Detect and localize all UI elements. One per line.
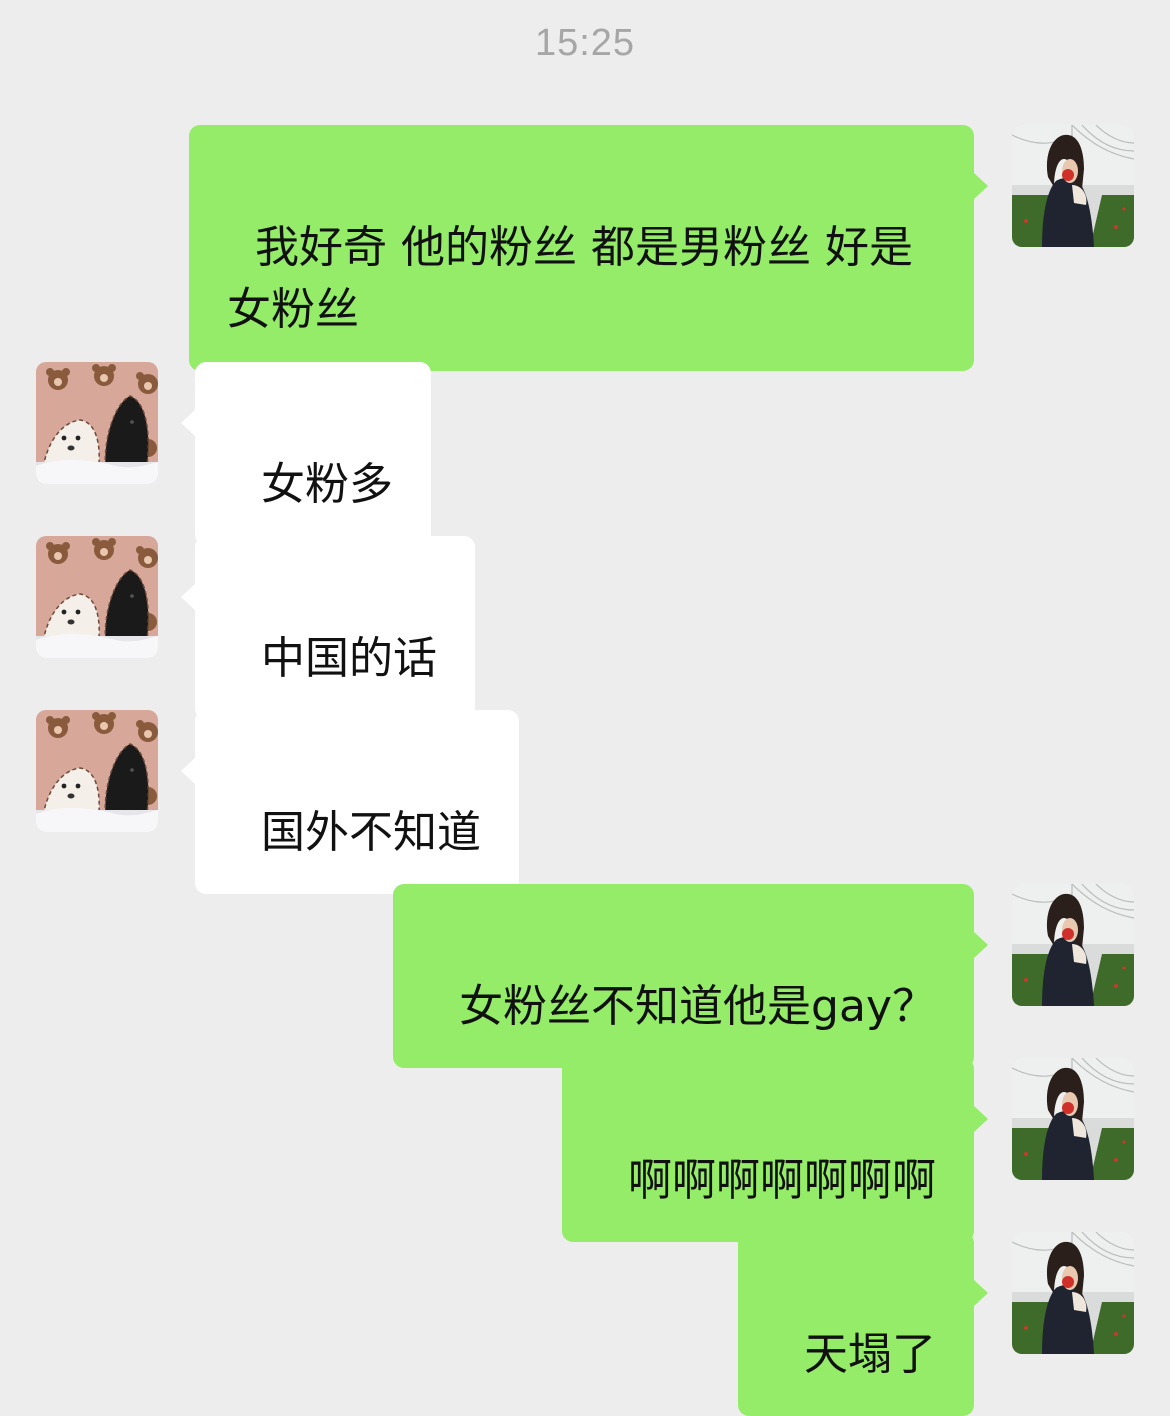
message-bubble-outgoing[interactable]: 啊啊啊啊啊啊啊 <box>562 1058 988 1242</box>
user-photo-avatar[interactable] <box>1012 125 1134 247</box>
message-text: 啊啊啊啊啊啊啊 <box>628 1155 936 1206</box>
user-photo-avatar[interactable] <box>1012 884 1134 1006</box>
message-bubble-outgoing[interactable]: 天塌了 <box>738 1232 988 1416</box>
user-photo-avatar-image <box>1012 884 1134 1006</box>
user-photo-avatar[interactable] <box>1012 1232 1134 1354</box>
message-text: 天塌了 <box>804 1329 936 1380</box>
user-photo-avatar[interactable] <box>1012 1058 1134 1180</box>
dogs-avatar-image <box>36 710 158 832</box>
chat-timestamp: 15:25 <box>534 22 636 64</box>
dogs-avatar[interactable] <box>36 536 158 658</box>
message-bubble-incoming[interactable]: 中国的话 <box>181 536 475 720</box>
message-text: 女粉丝不知道他是gay？ <box>459 981 936 1032</box>
dogs-avatar-image <box>36 536 158 658</box>
dogs-avatar[interactable] <box>36 710 158 832</box>
message-text: 我好奇 他的粉丝 都是男粉丝 好是女粉丝 <box>227 222 913 335</box>
message-bubble-outgoing[interactable]: 女粉丝不知道他是gay？ <box>393 884 988 1068</box>
message-bubble-incoming[interactable]: 国外不知道 <box>181 710 519 894</box>
user-photo-avatar-image <box>1012 1058 1134 1180</box>
message-bubble-incoming[interactable]: 女粉多 <box>181 362 431 546</box>
message-text: 国外不知道 <box>260 807 481 858</box>
user-photo-avatar-image <box>1012 1232 1134 1354</box>
dogs-avatar[interactable] <box>36 362 158 484</box>
user-photo-avatar-image <box>1012 125 1134 247</box>
message-text: 女粉多 <box>260 459 393 510</box>
dogs-avatar-image <box>36 362 158 484</box>
message-bubble-outgoing[interactable]: 我好奇 他的粉丝 都是男粉丝 好是女粉丝 <box>189 125 988 371</box>
message-text: 中国的话 <box>260 633 437 684</box>
